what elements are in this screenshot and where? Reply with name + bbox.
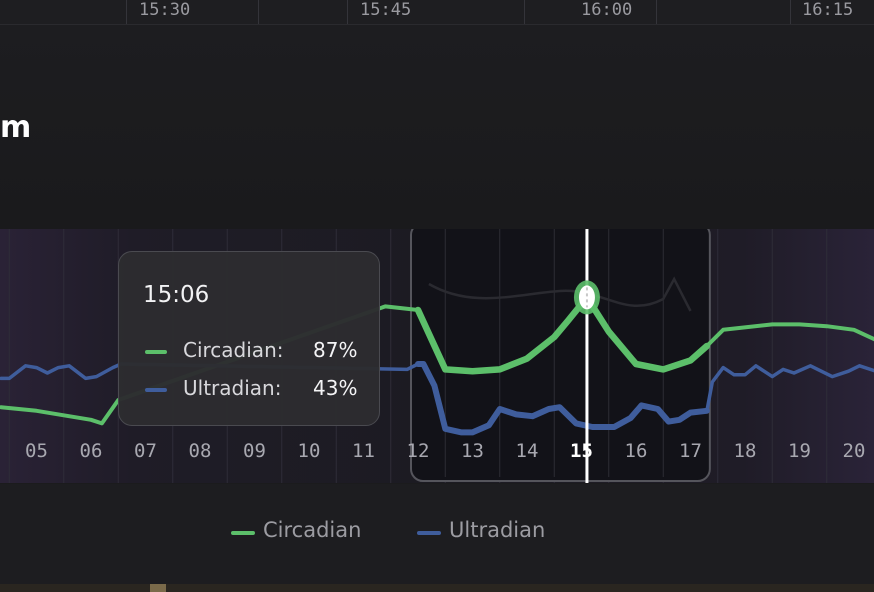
circadian-legend-swatch — [231, 531, 255, 535]
legend-label: Ultradian — [449, 518, 546, 542]
timeline-label: 16:15 — [802, 0, 854, 20]
ultradian-swatch — [145, 388, 167, 392]
timeline-tick — [790, 0, 791, 24]
scroll-handle[interactable] — [150, 584, 166, 592]
timeline-label: 15:30 — [139, 0, 191, 20]
timeline-tick — [126, 0, 127, 24]
page-title: m — [0, 110, 32, 145]
x-tick-label: 12 — [407, 440, 430, 462]
selection-window — [410, 229, 711, 482]
x-tick-label: 09 — [243, 440, 266, 462]
x-tick-label: 15 — [570, 440, 593, 462]
tooltip-value: 43% — [313, 376, 358, 400]
x-tick-label: 18 — [734, 440, 757, 462]
timeline-tick — [524, 0, 525, 24]
timeline-label: 15:45 — [360, 0, 412, 20]
bottom-strip — [0, 584, 874, 592]
x-tick-label: 16 — [625, 440, 648, 462]
x-tick-label: 06 — [80, 440, 103, 462]
x-tick-label: 10 — [298, 440, 321, 462]
timeline-tick — [347, 0, 348, 24]
x-tick-label: 20 — [843, 440, 866, 462]
ultradian-legend-swatch — [417, 531, 441, 535]
tooltip-value: 87% — [313, 338, 358, 362]
x-tick-label: 11 — [352, 440, 375, 462]
page-header — [0, 25, 874, 229]
circadian-swatch — [145, 350, 167, 354]
timeline-tick — [656, 0, 657, 24]
x-tick-label: 19 — [788, 440, 811, 462]
x-tick-label: 08 — [189, 440, 212, 462]
x-tick-label: 07 — [134, 440, 157, 462]
x-tick-label: 14 — [516, 440, 539, 462]
timeline-bar[interactable]: 15:30 15:45 16:00 16:15 — [0, 0, 874, 25]
tooltip-label: Ultradian: — [183, 376, 282, 400]
x-tick-label: 13 — [461, 440, 484, 462]
x-tick-label: 05 — [25, 440, 48, 462]
x-tick-label: 17 — [679, 440, 702, 462]
timeline-tick — [258, 0, 259, 24]
chart-legend: Circadian Ultradian — [0, 484, 874, 584]
tooltip-time: 15:06 — [143, 282, 210, 308]
chart-tooltip: 15:06 Circadian: 87% Ultradian: 43% — [118, 251, 380, 426]
tooltip-label: Circadian: — [183, 338, 284, 362]
timeline-label: 16:00 — [581, 0, 633, 20]
legend-label: Circadian — [263, 518, 362, 542]
